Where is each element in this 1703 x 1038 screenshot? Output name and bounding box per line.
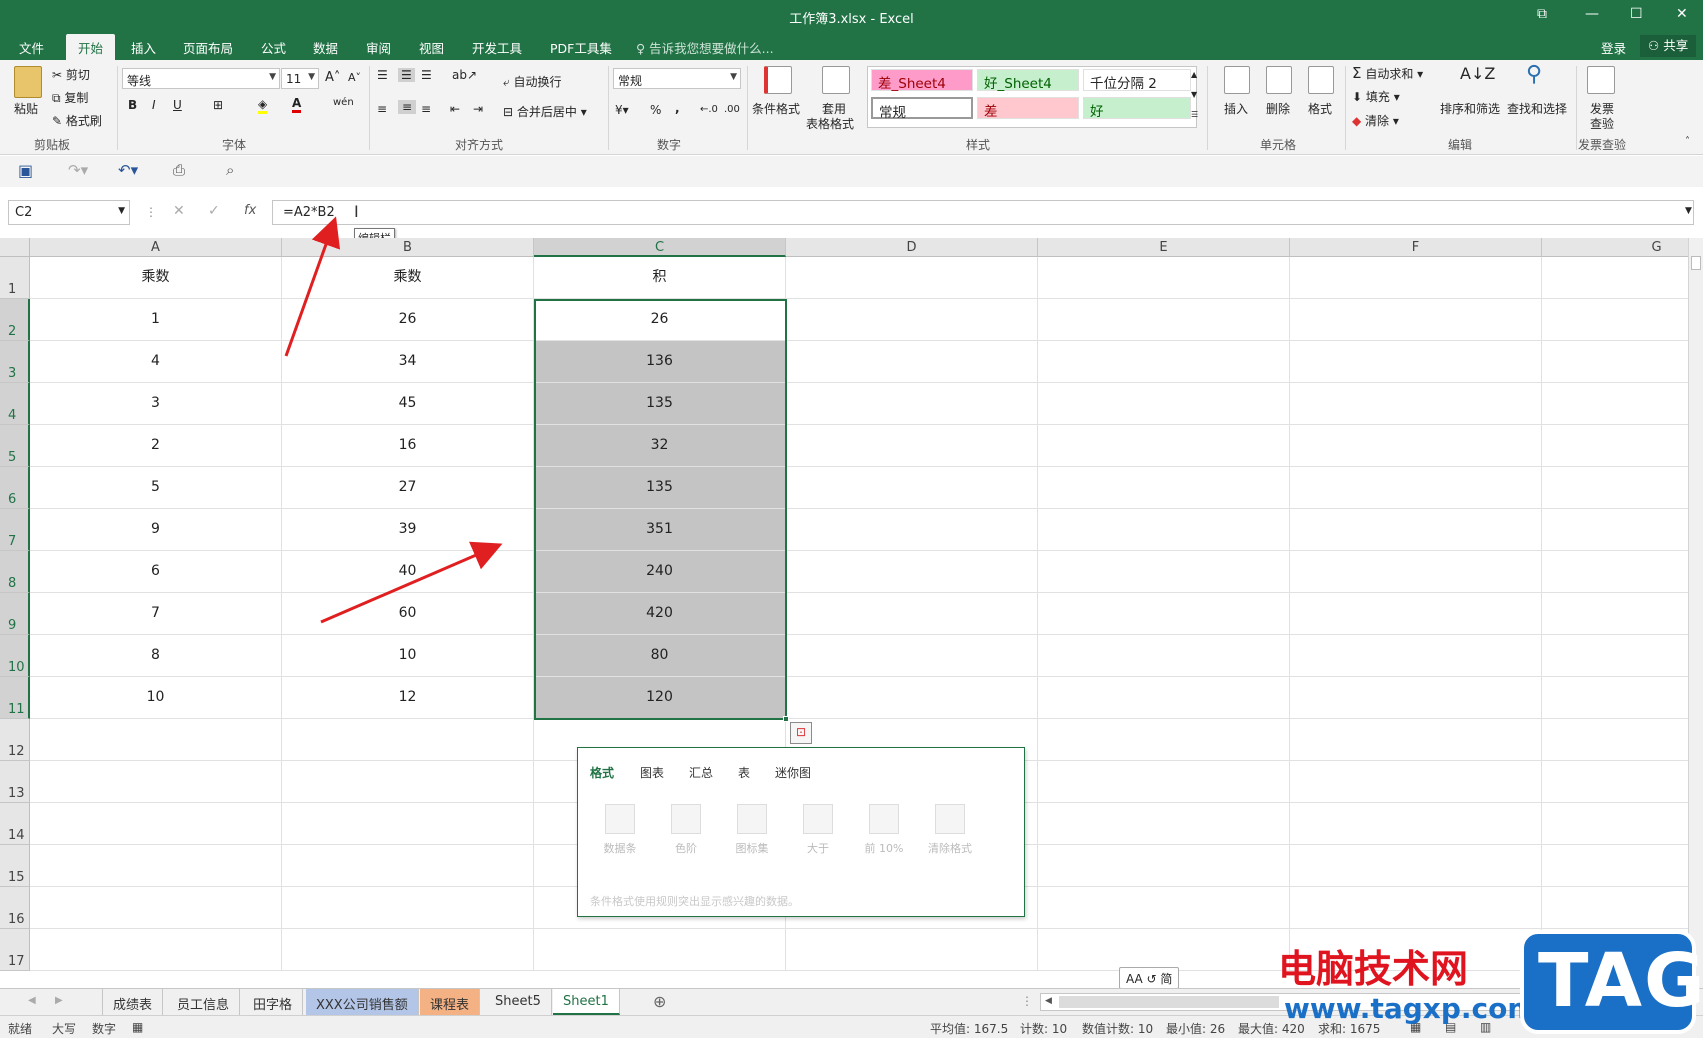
qa-color-scale-label: 色阶 (675, 842, 697, 855)
qa-data-bars[interactable]: 数据条 (590, 804, 650, 856)
sheet-tab-sheet5[interactable]: Sheet5 (485, 989, 552, 1015)
qa-tab-tables[interactable]: 表 (738, 764, 750, 781)
clear-format-icon (935, 804, 965, 834)
status-numcount: 数值计数: 10 (1082, 1022, 1154, 1036)
next-sheet-icon[interactable]: ▶ (55, 995, 63, 1006)
quick-analysis-panel: 格式 图表 汇总 表 迷你图 数据条 色阶 图标集 大于 前 10% 清除格式 … (577, 747, 1025, 917)
watermark-url: www.tagxp.com (1284, 992, 1537, 1025)
status-min: 最小值: 26 (1166, 1022, 1226, 1036)
status-caps: 大写 (52, 1022, 77, 1036)
sheet-tab-sales[interactable]: XXX公司销售额 (306, 989, 419, 1015)
icon-set-icon (737, 804, 767, 834)
qa-greater-than[interactable]: 大于 (788, 804, 848, 856)
watermark-logo-text: TAG (1538, 938, 1703, 1024)
color-scale-icon (671, 804, 701, 834)
qa-top-10[interactable]: 前 10% (854, 804, 914, 856)
more-icon: ⋮ (1021, 994, 1033, 1008)
status-count: 计数: 10 (1020, 1022, 1068, 1036)
status-ready: 就绪 (8, 1022, 33, 1036)
prev-sheet-icon[interactable]: ◀ (28, 995, 36, 1006)
qa-clear-format-label: 清除格式 (928, 842, 972, 855)
qa-tab-totals[interactable]: 汇总 (689, 764, 713, 781)
add-sheet-icon[interactable]: ⊕ (653, 992, 666, 1011)
scroll-left-icon[interactable]: ◀ (1045, 996, 1052, 1006)
sheet-tab-sheet1[interactable]: Sheet1 (553, 989, 620, 1015)
status-average: 平均值: 167.5 (930, 1022, 1009, 1036)
qa-data-bars-label: 数据条 (603, 842, 637, 855)
data-bars-icon (605, 804, 635, 834)
arrow-to-formula (284, 216, 341, 357)
scroll-thumb[interactable] (1059, 996, 1279, 1008)
ime-toolbar[interactable]: AA ↺ 简 (1119, 967, 1180, 989)
macro-record-icon[interactable]: ▦ (132, 1020, 143, 1034)
sheet-tab-staff[interactable]: 员工信息 (167, 989, 241, 1015)
sheet-tab-scores[interactable]: 成绩表 (102, 989, 164, 1015)
qa-clear-format[interactable]: 清除格式 (920, 804, 980, 856)
watermark-site-name: 电脑技术网 (1278, 947, 1469, 991)
qa-tab-charts[interactable]: 图表 (640, 764, 664, 781)
top-10-icon (869, 804, 899, 834)
quick-analysis-button[interactable]: ⊡ (790, 722, 812, 744)
qa-tab-format[interactable]: 格式 (590, 764, 614, 781)
qa-greater-than-label: 大于 (807, 842, 829, 855)
qa-color-scale[interactable]: 色阶 (656, 804, 716, 856)
qa-icon-set[interactable]: 图标集 (722, 804, 782, 856)
qa-icon-set-label: 图标集 (735, 842, 769, 855)
sheet-tab-grid[interactable]: 田字格 (243, 989, 304, 1015)
watermark-logo: TAG (1520, 930, 1703, 1034)
qa-description: 条件格式使用规则突出显示感兴趣的数据。 (590, 895, 799, 908)
qa-tab-sparklines[interactable]: 迷你图 (775, 764, 811, 781)
quick-analysis-icon: ⊡ (796, 725, 807, 739)
status-num: 数字 (92, 1022, 117, 1036)
sheet-tab-schedule[interactable]: 课程表 (420, 989, 481, 1015)
arrow-to-results (320, 541, 503, 624)
qa-top-10-label: 前 10% (864, 842, 904, 855)
greater-than-icon (803, 804, 833, 834)
